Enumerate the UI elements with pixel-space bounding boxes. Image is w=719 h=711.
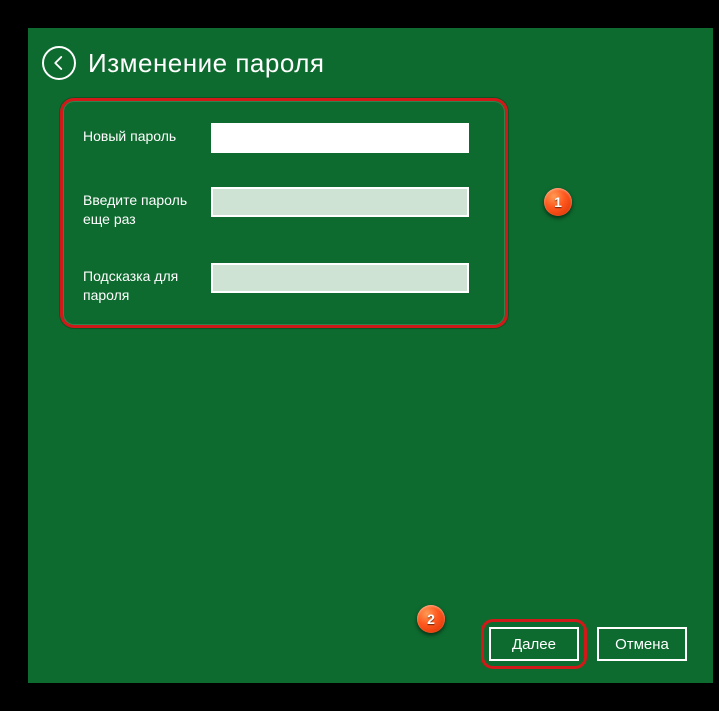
header: Изменение пароля: [28, 28, 713, 90]
label-new-password: Новый пароль: [83, 123, 211, 146]
new-password-input[interactable]: [211, 123, 469, 153]
change-password-screen: Изменение пароля Новый пароль Введите па…: [28, 28, 713, 683]
back-button[interactable]: [42, 46, 76, 80]
arrow-left-icon: [50, 54, 68, 72]
row-confirm-password: Введите пароль еще раз: [83, 187, 485, 229]
cancel-button[interactable]: Отмена: [597, 627, 687, 661]
page-title: Изменение пароля: [88, 48, 324, 79]
annotation-marker-2: 2: [417, 605, 445, 633]
password-hint-input[interactable]: [211, 263, 469, 293]
label-confirm-password: Введите пароль еще раз: [83, 187, 211, 229]
next-button[interactable]: Далее: [489, 627, 579, 661]
label-password-hint: Подсказка для пароля: [83, 263, 211, 305]
row-password-hint: Подсказка для пароля: [83, 263, 485, 305]
annotation-marker-1: 1: [544, 188, 572, 216]
row-new-password: Новый пароль: [83, 123, 485, 153]
password-form-highlight: Новый пароль Введите пароль еще раз Подс…: [60, 98, 508, 328]
footer-buttons: 2 Далее Отмена: [489, 627, 687, 661]
confirm-password-input[interactable]: [211, 187, 469, 217]
